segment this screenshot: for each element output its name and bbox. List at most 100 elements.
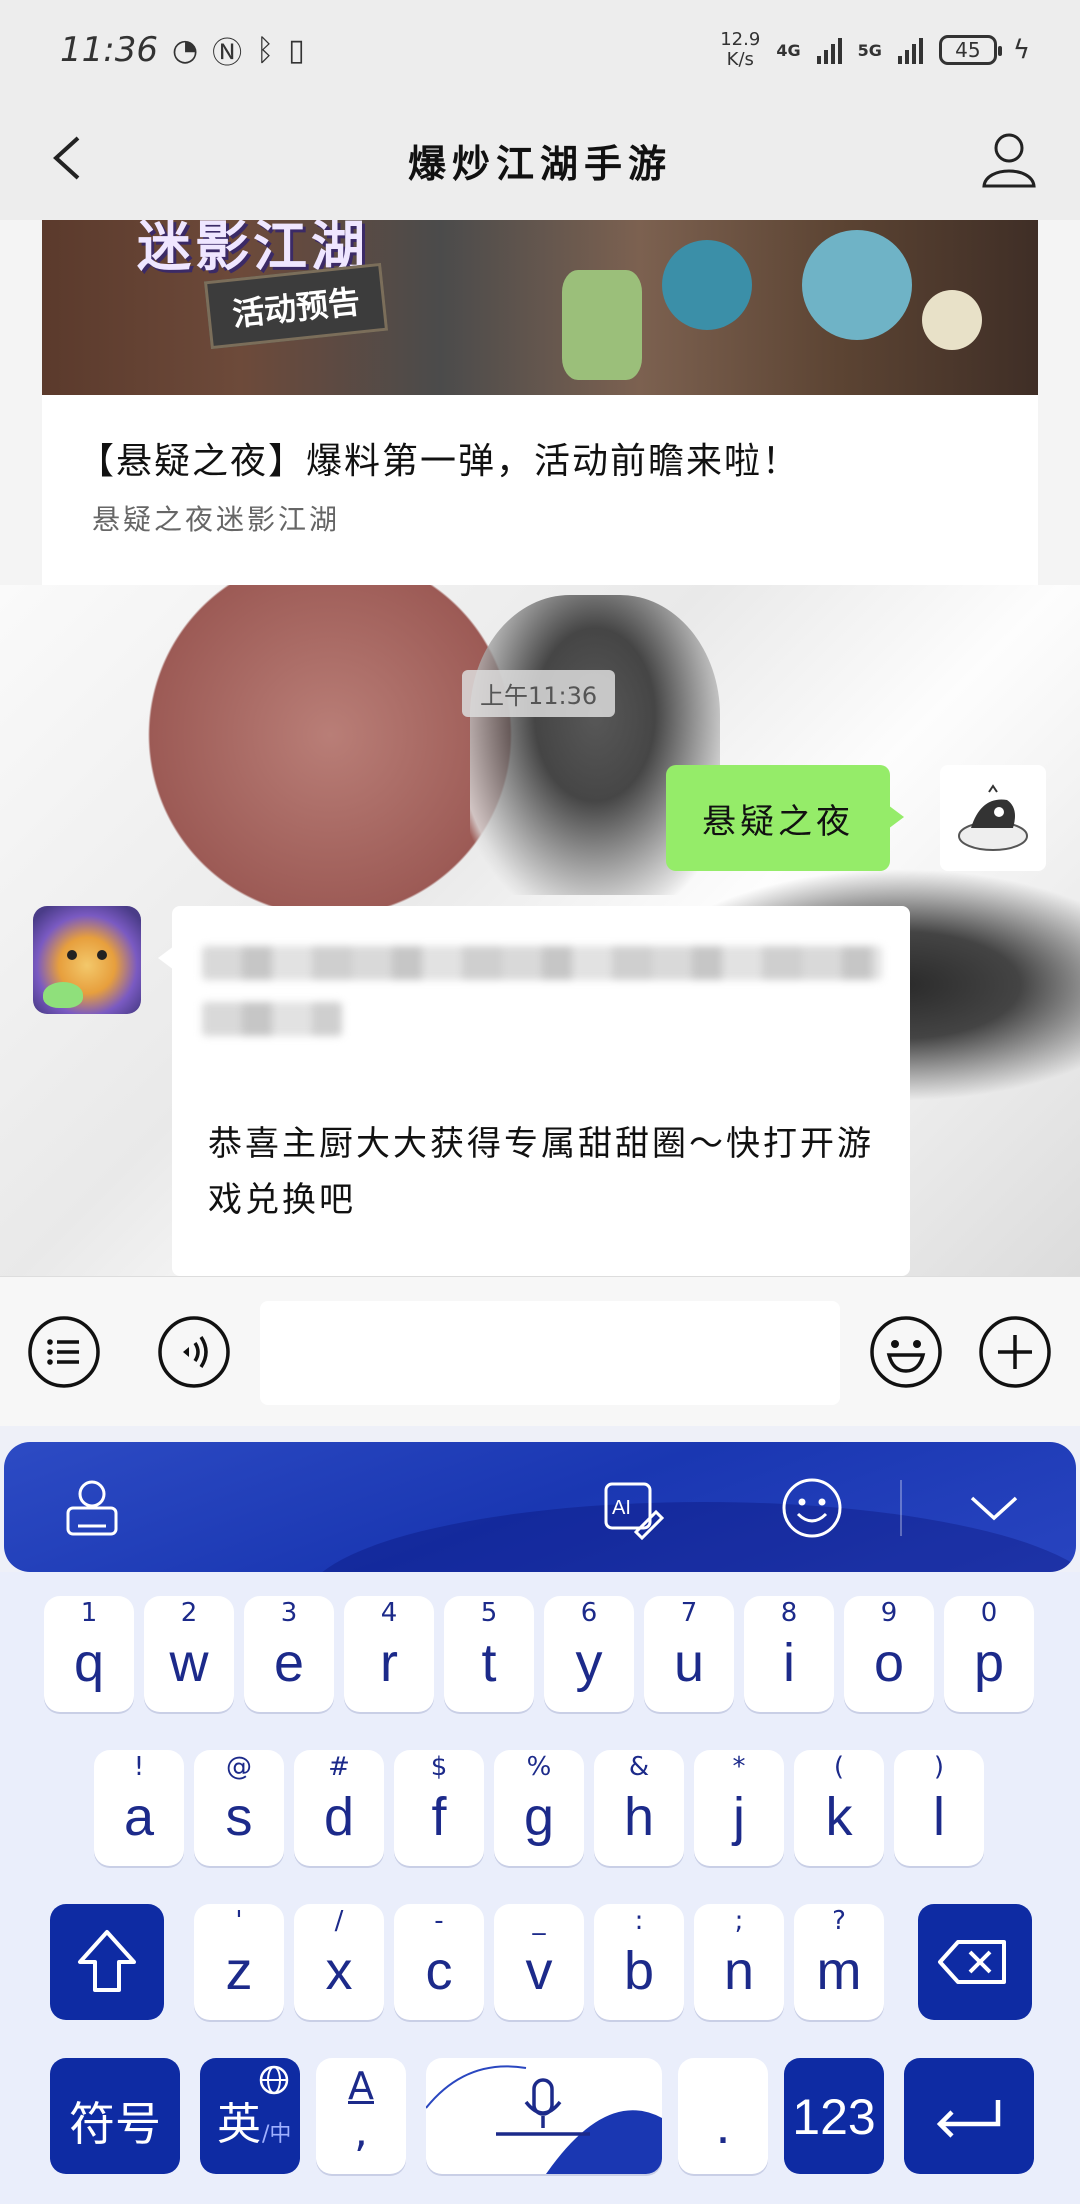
toolbar-decoration	[304, 1502, 1076, 1572]
banner-character	[662, 240, 752, 330]
nfc-icon: Ⓝ	[212, 36, 243, 71]
self-avatar-image	[958, 784, 1028, 851]
key-m[interactable]: ? m	[794, 1904, 884, 2020]
emoji-icon[interactable]	[869, 1315, 943, 1389]
collapse-keyboard-icon[interactable]	[962, 1476, 1026, 1540]
key-x[interactable]: / x	[294, 1904, 384, 2020]
keyboard: 1q 2w 3e 4r 5t 6y 7u 8i 9o 0p ! a @ s # d $…	[0, 1572, 1080, 2204]
key-a[interactable]: ! a	[94, 1750, 184, 1866]
back-icon[interactable]	[40, 128, 100, 188]
key-r[interactable]: 4r	[344, 1596, 434, 1712]
vibrate-icon: ▯	[288, 32, 305, 68]
signal-icon	[816, 36, 842, 64]
key-l[interactable]: ) l	[894, 1750, 984, 1866]
incoming-message-bubble[interactable]: 恭喜主厨大大获得专属甜甜圈～快打开游戏兑换吧	[158, 906, 910, 1276]
globe-icon	[259, 2065, 289, 2095]
key-f[interactable]: $ f	[394, 1750, 484, 1866]
battery-icon: 45	[938, 35, 1002, 65]
banner-character-2	[802, 230, 912, 340]
key-c[interactable]: -c	[394, 1904, 484, 2020]
key-s[interactable]: @ s	[194, 1750, 284, 1866]
key-u[interactable]: 7u	[644, 1596, 734, 1712]
key-p[interactable]: 0p	[944, 1596, 1034, 1712]
network-type-4g: 4G	[776, 40, 801, 60]
symbols-label: 符号	[69, 2097, 161, 2151]
chat-header: 爆炒江湖手游	[0, 100, 1080, 220]
keyboard-settings-icon[interactable]	[60, 1476, 124, 1540]
message-timestamp: 上午11:36	[462, 670, 616, 717]
toolbar-divider	[900, 1480, 902, 1536]
charging-icon: ϟ	[1012, 35, 1030, 65]
backspace-key[interactable]	[918, 1904, 1032, 2020]
shift-key[interactable]	[50, 1904, 164, 2020]
article-card[interactable]: 迷影江湖 活动预告 【悬疑之夜】爆料第一弹，活动前瞻来啦！ 悬疑之夜迷影江湖	[42, 220, 1038, 585]
space-key-graphic	[426, 2065, 662, 2174]
article-headline: 【悬疑之夜】爆料第一弹，活动前瞻来啦！	[78, 441, 801, 482]
key-t[interactable]: 5t	[444, 1596, 534, 1712]
key-e[interactable]: 3e	[244, 1596, 334, 1712]
emoji-panel-icon[interactable]	[780, 1476, 844, 1540]
key-h[interactable]: & h	[594, 1750, 684, 1866]
key-d[interactable]: # d	[294, 1750, 384, 1866]
incoming-message-text: 恭喜主厨大大获得专属甜甜圈～快打开游戏兑换吧	[208, 1124, 874, 1220]
space-voice-key[interactable]	[426, 2058, 662, 2174]
key-k[interactable]: (k	[794, 1750, 884, 1866]
numbers-key[interactable]: 123	[784, 2058, 884, 2174]
punctuation-top: A	[348, 2064, 374, 2108]
banner-character-3	[922, 290, 982, 350]
key-w[interactable]: 2w	[144, 1596, 234, 1712]
status-bar: 11:36 ◔ Ⓝ ᛒ ▯ 12.9 K/s 4G 5G 45 ϟ	[0, 0, 1080, 100]
article-banner-image: 迷影江湖 活动预告	[42, 220, 1038, 395]
numbers-label: 123	[792, 2089, 876, 2145]
keyboard-toolbar: AI	[4, 1442, 1076, 1572]
language-sub-label: /中	[262, 2122, 292, 2147]
game-official-avatar[interactable]	[33, 906, 141, 1014]
avatar-eyes	[67, 950, 107, 962]
symbols-key[interactable]: 符号	[50, 2058, 180, 2174]
clock: 11:36	[60, 30, 158, 70]
enter-key[interactable]	[904, 2058, 1034, 2174]
svg-text:AI: AI	[612, 1497, 631, 1519]
user-profile-icon[interactable]	[978, 128, 1040, 190]
language-switch-key[interactable]: 英 /中	[200, 2058, 300, 2174]
enter-icon	[936, 2100, 1001, 2138]
network-speed: 12.9 K/s	[720, 30, 760, 70]
key-j[interactable]: * j	[694, 1750, 784, 1866]
menu-list-icon[interactable]	[27, 1315, 101, 1389]
avatar-slime	[43, 982, 83, 1008]
key-o[interactable]: 9o	[844, 1596, 934, 1712]
outgoing-message-bubble[interactable]: 悬疑之夜	[666, 765, 904, 871]
input-bar	[0, 1276, 1080, 1426]
article-source: 悬疑之夜迷影江湖	[92, 503, 341, 536]
banner-character-4	[562, 270, 642, 380]
period-key[interactable]: .	[678, 2058, 768, 2174]
shift-icon	[78, 1930, 136, 1992]
add-more-icon[interactable]	[978, 1315, 1052, 1389]
signal-icon-2	[897, 36, 923, 64]
punctuation-key[interactable]: A ,	[316, 2058, 406, 2174]
key-v[interactable]: _ v	[494, 1904, 584, 2020]
network-speed-unit: K/s	[726, 49, 754, 70]
message-input[interactable]	[260, 1301, 840, 1405]
bluetooth-icon: ᛒ	[256, 32, 275, 68]
key-n[interactable]: ; n	[694, 1904, 784, 2020]
chat-area[interactable]: 迷影江湖 活动预告 【悬疑之夜】爆料第一弹，活动前瞻来啦！ 悬疑之夜迷影江湖 上…	[0, 220, 1080, 1276]
backspace-icon	[938, 1940, 1006, 1984]
status-left: 11:36 ◔ Ⓝ ᛒ ▯	[60, 28, 305, 72]
key-y[interactable]: 6y	[544, 1596, 634, 1712]
punctuation-bottom: ,	[354, 2106, 368, 2157]
speedometer-icon: ◔	[171, 32, 199, 68]
key-i[interactable]: 8i	[744, 1596, 834, 1712]
key-b[interactable]: :b	[594, 1904, 684, 2020]
status-right: 12.9 K/s 4G 5G 45 ϟ	[720, 30, 1030, 70]
page-title: 爆炒江湖手游	[407, 140, 672, 186]
battery-level: 45	[955, 38, 981, 62]
network-type-5g: 5G	[857, 40, 882, 60]
self-avatar[interactable]	[940, 765, 1046, 871]
key-z[interactable]: ' z	[194, 1904, 284, 2020]
key-q[interactable]: 1q	[44, 1596, 134, 1712]
key-g[interactable]: % g	[494, 1750, 584, 1866]
voice-input-icon[interactable]	[157, 1315, 231, 1389]
ai-writing-icon[interactable]: AI	[600, 1476, 664, 1540]
period-label: .	[715, 2095, 731, 2155]
